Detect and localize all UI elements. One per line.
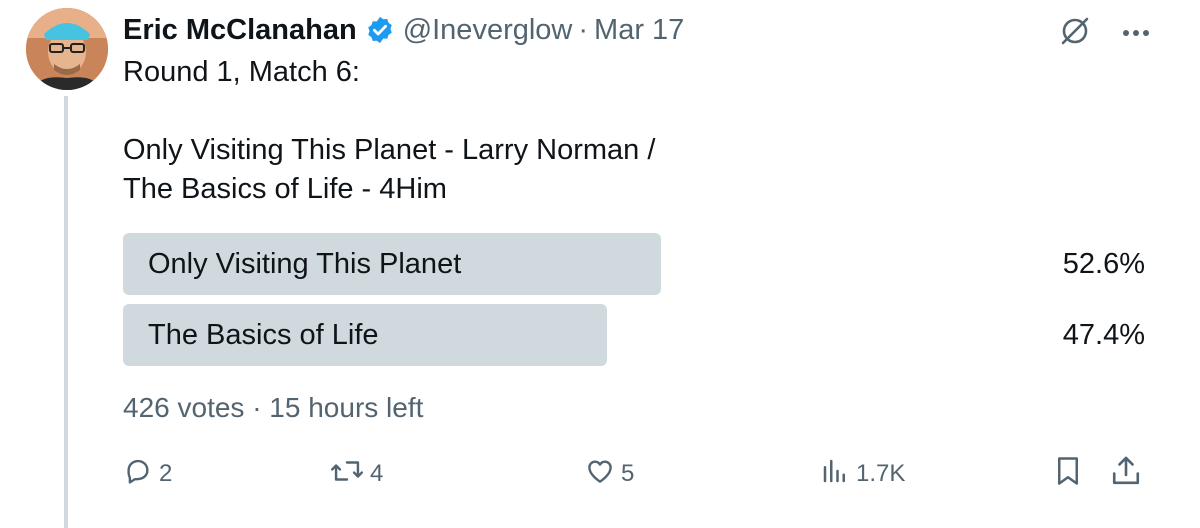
poll-option: Only Visiting This Planet 52.6% <box>123 233 1145 295</box>
poll-option-label: The Basics of Life <box>148 319 379 351</box>
views-count: 1.7K <box>856 460 906 487</box>
retweet-count: 4 <box>370 460 384 487</box>
heart-icon <box>585 456 615 493</box>
retweet-button[interactable]: 4 <box>330 452 383 496</box>
bookmark-button[interactable] <box>1053 452 1083 496</box>
avatar[interactable] <box>26 8 108 90</box>
like-button[interactable]: 5 <box>585 452 634 496</box>
reply-icon <box>123 456 153 493</box>
tweet-date[interactable]: Mar 17 <box>594 14 684 47</box>
poll-option-label: Only Visiting This Planet <box>148 248 462 280</box>
retweet-icon <box>330 456 364 493</box>
author-name[interactable]: Eric McClanahan <box>123 14 357 47</box>
views-button[interactable]: 1.7K <box>820 452 905 496</box>
share-icon <box>1109 454 1143 495</box>
share-button[interactable] <box>1109 452 1143 496</box>
author-handle[interactable]: @Ineverglow <box>403 14 573 47</box>
poll-option: The Basics of Life 47.4% <box>123 304 1145 366</box>
reply-count: 2 <box>159 460 173 487</box>
thread-line <box>64 96 68 528</box>
tweet-header: Eric McClanahan @Ineverglow · Mar 17 <box>123 10 684 50</box>
separator-dot: · <box>578 13 589 46</box>
poll-meta: 426 votes · 15 hours left <box>123 392 424 423</box>
tweet-top-icons <box>1058 14 1150 53</box>
action-bar: 2 4 5 1.7K <box>123 452 1145 496</box>
bookmark-icon <box>1053 454 1083 495</box>
poll-option-percent: 52.6% <box>1062 248 1145 280</box>
like-count: 5 <box>621 460 635 487</box>
verified-badge-icon <box>365 15 395 45</box>
tweet-text: Round 1, Match 6: Only Visiting This Pla… <box>123 56 656 205</box>
more-options-icon[interactable] <box>1122 25 1150 43</box>
views-chart-icon <box>820 456 850 493</box>
poll-option-percent: 47.4% <box>1062 319 1145 351</box>
reply-button[interactable]: 2 <box>123 452 172 496</box>
grok-icon[interactable] <box>1058 14 1092 53</box>
